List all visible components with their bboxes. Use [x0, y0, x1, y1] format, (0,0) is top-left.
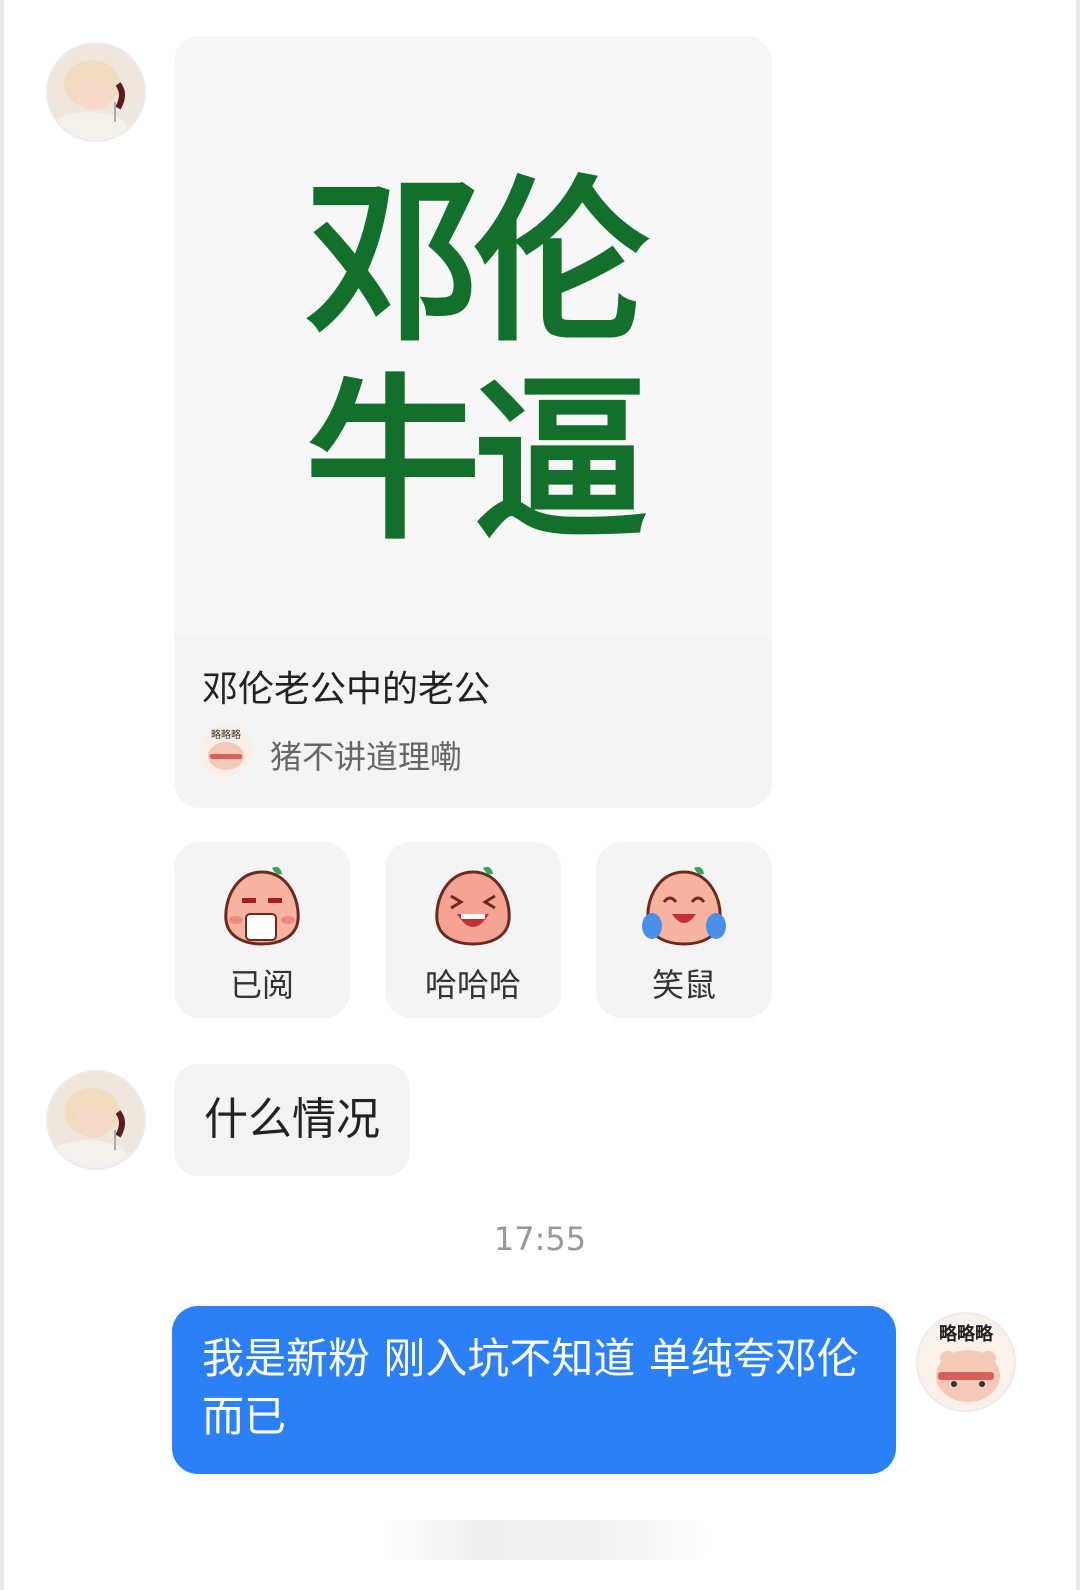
card-footer: 邓伦老公中的老公 略略略 猪不讲道理嘞: [174, 634, 772, 808]
laugh-crying-icon: [642, 866, 726, 946]
pig-sticker-icon: 略略略: [200, 724, 252, 776]
post-image-text-line2: 牛逼: [304, 359, 649, 564]
post-image: 邓伦 牛逼: [174, 36, 772, 634]
incoming-message[interactable]: 什么情况: [174, 1064, 410, 1176]
svg-text:略略略: 略略略: [211, 728, 241, 741]
input-area-blur: [380, 1520, 710, 1560]
sipping-tea-icon: [224, 866, 300, 946]
contact-avatar[interactable]: [46, 1070, 146, 1170]
outgoing-message[interactable]: 我是新粉 刚入坑不知道 单纯夸邓伦而已: [172, 1306, 896, 1474]
woman-portrait-icon: [48, 44, 144, 140]
pig-sticker-icon: 略略略: [918, 1314, 1014, 1410]
reaction-label: 哈哈哈: [424, 966, 521, 1004]
post-author-name: 猪不讲道理嘞: [270, 738, 463, 776]
reaction-label: 已阅: [229, 966, 294, 1004]
contact-avatar[interactable]: [46, 42, 146, 142]
shared-post-card[interactable]: 邓伦 牛逼 邓伦老公中的老公 略略略 猪不讲道理嘞: [174, 36, 772, 808]
woman-portrait-icon: [48, 1072, 144, 1168]
post-title: 邓伦老公中的老公: [202, 669, 491, 710]
frame-edge-left: [0, 0, 4, 1590]
reaction-label: 笑鼠: [651, 966, 716, 1004]
reaction-button-read[interactable]: 已阅: [174, 842, 350, 1018]
post-image-text-line1: 邓伦: [304, 161, 649, 366]
reaction-button-laugh[interactable]: 笑鼠: [596, 842, 772, 1018]
author-avatar: 略略略: [200, 724, 252, 776]
message-timestamp: 17:55: [493, 1220, 587, 1258]
reaction-button-haha[interactable]: 哈哈哈: [385, 842, 561, 1018]
laughing-icon: [435, 866, 511, 946]
svg-text:略略略: 略略略: [939, 1323, 994, 1345]
my-avatar[interactable]: 略略略: [916, 1312, 1016, 1412]
frame-edge-right: [1076, 0, 1080, 1590]
